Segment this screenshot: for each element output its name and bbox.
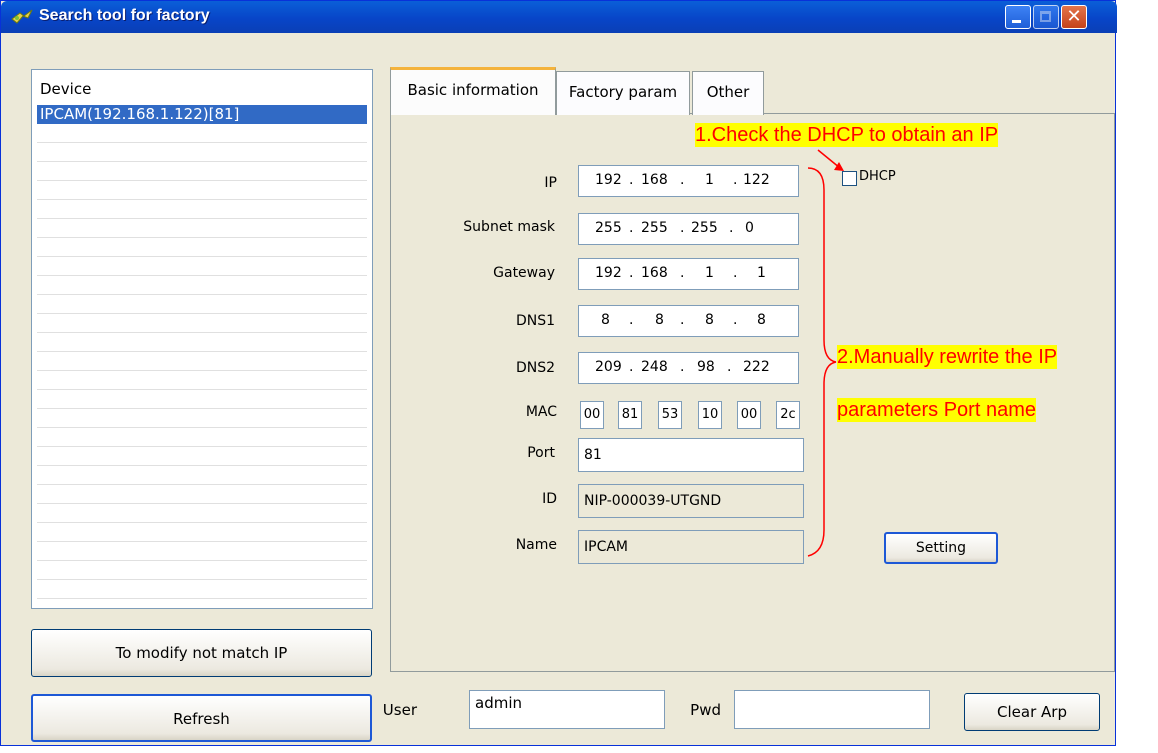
clear-arp-button[interactable]: Clear Arp	[964, 693, 1100, 731]
modify-ip-button[interactable]: To modify not match IP	[31, 629, 372, 677]
ip-label: IP	[544, 175, 557, 191]
maximize-icon	[1040, 11, 1051, 22]
subnet-field[interactable]: 255 . 255 . 255 . 0	[578, 213, 799, 245]
annotation-manual-note-1: 2.Manually rewrite the IP	[837, 345, 1058, 369]
dns2-octet: 222	[743, 359, 770, 375]
empty-row	[37, 314, 367, 333]
ip-octet: 192	[595, 172, 622, 188]
subnet-label: Subnet mask	[463, 219, 555, 235]
empty-row	[37, 333, 367, 352]
subnet-octet: 255	[691, 220, 718, 236]
gateway-label: Gateway	[493, 265, 555, 281]
empty-row	[37, 219, 367, 238]
empty-row	[37, 447, 367, 466]
dns1-octet: 8	[705, 312, 714, 328]
ip-octet: 1	[705, 172, 714, 188]
device-list[interactable]: Device IPCAM(192.168.1.122)[81]	[31, 69, 373, 609]
empty-row	[37, 124, 367, 143]
empty-row	[37, 466, 367, 485]
device-list-item[interactable]: IPCAM(192.168.1.122)[81]	[37, 105, 367, 124]
empty-row	[37, 428, 367, 447]
dns1-octet: 8	[601, 312, 610, 328]
empty-row	[37, 276, 367, 295]
annotation-dhcp-note: 1.Check the DHCP to obtain an IP	[695, 123, 999, 147]
empty-row	[37, 238, 367, 257]
gateway-octet: 1	[757, 265, 766, 281]
app-icon	[11, 9, 33, 24]
tab-factory-param[interactable]: Factory param	[556, 71, 690, 115]
close-button[interactable]: ✕	[1061, 5, 1087, 29]
close-icon: ✕	[1066, 6, 1082, 27]
empty-row	[37, 371, 367, 390]
mac-part[interactable]: 81	[618, 401, 642, 429]
dns1-octet: 8	[655, 312, 664, 328]
user-label: User	[382, 701, 417, 719]
mac-label: MAC	[525, 404, 557, 420]
annotation-manual-note-2: parameters Port name	[837, 398, 1036, 422]
minimize-icon	[1012, 20, 1021, 23]
setting-button[interactable]: Setting	[884, 532, 998, 564]
dns2-field[interactable]: 209 . 248 . 98 . 222	[578, 352, 799, 384]
gateway-octet: 168	[641, 265, 668, 281]
empty-row	[37, 542, 367, 561]
tab-basic-information[interactable]: Basic information	[390, 67, 556, 115]
id-label: ID	[542, 491, 557, 507]
dns2-octet: 248	[641, 359, 668, 375]
mac-part[interactable]: 00	[580, 401, 604, 429]
dns2-octet: 209	[595, 359, 622, 375]
maximize-button[interactable]	[1033, 5, 1059, 29]
dns1-octet: 8	[757, 312, 766, 328]
empty-row	[37, 352, 367, 371]
empty-row	[37, 200, 367, 219]
device-list-header: Device	[40, 80, 92, 98]
dns2-label: DNS2	[515, 360, 555, 376]
mac-part[interactable]: 53	[658, 401, 682, 429]
port-label: Port	[527, 445, 555, 461]
window-title: Search tool for factory	[39, 7, 210, 24]
port-field[interactable]: 81	[578, 438, 804, 472]
dhcp-checkbox[interactable]	[842, 171, 857, 186]
empty-row	[37, 143, 367, 162]
ip-octet: 122	[743, 172, 770, 188]
pwd-input[interactable]	[734, 690, 930, 729]
subnet-octet: 255	[595, 220, 622, 236]
pwd-label: Pwd	[690, 701, 721, 719]
empty-row	[37, 181, 367, 200]
subnet-octet: 0	[745, 220, 754, 236]
main-window: Search tool for factory ✕ Device IPCAM(1…	[0, 0, 1117, 746]
empty-row	[37, 523, 367, 542]
gateway-field[interactable]: 192 . 168 . 1 . 1	[578, 258, 799, 290]
dns2-octet: 98	[697, 359, 715, 375]
ip-octet: 168	[641, 172, 668, 188]
empty-row	[37, 295, 367, 314]
empty-row	[37, 504, 367, 523]
gateway-octet: 1	[705, 265, 714, 281]
empty-row	[37, 485, 367, 504]
name-label: Name	[515, 537, 557, 553]
mac-part[interactable]: 10	[698, 401, 722, 429]
empty-row	[37, 580, 367, 599]
dns1-field[interactable]: 8 . 8 . 8 . 8	[578, 305, 799, 337]
empty-row	[37, 257, 367, 276]
empty-row	[37, 409, 367, 428]
mac-part[interactable]: 00	[737, 401, 761, 429]
empty-row	[37, 162, 367, 181]
subnet-octet: 255	[641, 220, 668, 236]
mac-part[interactable]: 2c	[776, 401, 800, 429]
ip-field[interactable]: 192 . 168 . 1 . 122	[578, 165, 799, 197]
empty-row	[37, 561, 367, 580]
minimize-button[interactable]	[1005, 5, 1031, 29]
id-field: NIP-000039-UTGND	[578, 484, 804, 518]
dhcp-label: DHCP	[859, 169, 896, 184]
gateway-octet: 192	[595, 265, 622, 281]
tab-other[interactable]: Other	[692, 71, 764, 115]
empty-row	[37, 390, 367, 409]
name-field[interactable]: IPCAM	[578, 530, 804, 564]
dns1-label: DNS1	[515, 313, 555, 329]
title-bar[interactable]: Search tool for factory ✕	[1, 1, 1117, 33]
